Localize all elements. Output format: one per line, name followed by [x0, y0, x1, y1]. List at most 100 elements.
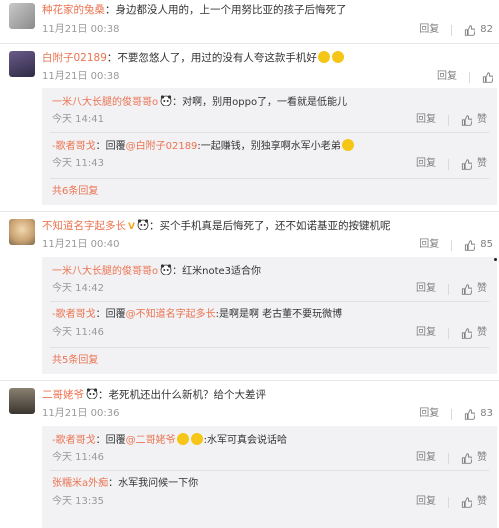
- thumb-up-icon[interactable]: [461, 327, 472, 339]
- like-button[interactable]: 赞: [477, 451, 487, 465]
- avatar[interactable]: [9, 51, 35, 77]
- divider: [448, 158, 449, 170]
- reply-button[interactable]: 回复: [416, 451, 436, 465]
- sub-comment-panel: -歌者哥戈：回覆@二哥姥爷:水军可真会说话哈 今天 11:46 回复 赞 张糯米…: [42, 426, 497, 528]
- reply-button[interactable]: 回复: [437, 70, 457, 84]
- comment-actions: 回复 85: [419, 238, 493, 252]
- comment-text: 买个手机真是后悔死了，还不如诺基亚的按键机呢: [159, 220, 391, 232]
- mention-link[interactable]: @二哥姥爷: [126, 435, 176, 446]
- thumb-up-icon[interactable]: [461, 283, 472, 295]
- sub-date: 今天 14:42: [52, 283, 104, 294]
- username-link[interactable]: 不知道名字起多长: [42, 220, 126, 232]
- reply-button[interactable]: 回复: [416, 282, 436, 296]
- sub-comment-text: -歌者哥戈：回覆@二哥姥爷 :水军可真会说话哈: [52, 433, 287, 448]
- more-replies-link[interactable]: 共6条回复: [52, 185, 98, 199]
- like-button[interactable]: 赞: [477, 495, 487, 509]
- sub-comment-text: 张糯米a外痴：水军我问候一下你: [52, 477, 198, 491]
- sub-text: ：对啊，别用oppo了，一看就是低能儿: [172, 97, 348, 108]
- divider: [448, 114, 449, 126]
- avatar[interactable]: [9, 219, 35, 245]
- vip-icon: V: [128, 222, 135, 232]
- comment-date: 11月21日 00:38: [42, 24, 120, 35]
- sub-actions: 回复 赞: [416, 282, 487, 296]
- comment-date: 11月21日 00:38: [42, 71, 120, 82]
- sub-comment-text: -歌者哥戈：回覆@不知道名字起多长:是啊是啊 老古董不要玩微博: [52, 308, 342, 322]
- thumb-up-icon[interactable]: [464, 24, 476, 36]
- reply-button[interactable]: 回复: [416, 326, 436, 340]
- more-replies-link[interactable]: 共5条回复: [52, 354, 98, 368]
- comment-date: 11月21日 00:36: [42, 408, 120, 419]
- colon: ：: [106, 52, 118, 64]
- username-link[interactable]: -歌者哥戈: [52, 141, 96, 152]
- separator: [0, 211, 499, 212]
- emoji-icon: [331, 51, 344, 63]
- username-link[interactable]: -歌者哥戈: [52, 309, 96, 320]
- reply-button[interactable]: 回复: [416, 113, 436, 127]
- reply-button[interactable]: 回复: [416, 495, 436, 509]
- comment-actions: 回复 83: [419, 407, 493, 421]
- sub-actions: 回复 赞: [416, 157, 487, 171]
- sub-date: 今天 11:43: [52, 158, 104, 169]
- comment-text: 身边都没人用的，上一个用努比亚的孩子后悔死了: [115, 4, 347, 16]
- comment-header: 二哥姥爷 ：老死机还出什么新机？给个大差评: [42, 388, 266, 403]
- username-link[interactable]: 张糯米a外痴: [52, 478, 108, 489]
- sub-comment-text: -歌者哥戈：回覆@白附子02189:一起赚钱，别独享啊水军小老弟: [52, 139, 355, 154]
- sub-text: :水军可真会说话哈: [203, 435, 287, 446]
- thumb-up-icon[interactable]: [461, 452, 472, 464]
- emoji-icon: [341, 139, 354, 151]
- divider: [448, 283, 449, 295]
- divider: [50, 301, 489, 302]
- like-button[interactable]: 赞: [477, 157, 487, 171]
- like-count: 82: [480, 24, 493, 35]
- colon: ：: [98, 389, 109, 401]
- emoji-icon: [190, 433, 203, 445]
- like-button[interactable]: 赞: [477, 326, 487, 340]
- username-link[interactable]: 二哥姥爷: [42, 389, 84, 401]
- thumb-up-icon[interactable]: [461, 496, 472, 508]
- like-button[interactable]: 赞: [477, 113, 487, 127]
- sub-text: ：红米note3适合你: [172, 266, 262, 277]
- divider: [50, 347, 489, 348]
- panda-icon: [160, 264, 172, 275]
- avatar[interactable]: [9, 3, 35, 29]
- divider: [448, 452, 449, 464]
- thumb-up-icon[interactable]: [461, 158, 472, 170]
- reply-button[interactable]: 回复: [419, 407, 439, 421]
- comment-header: 种花家的兔桑：身边都没人用的，上一个用努比亚的孩子后悔死了: [42, 3, 347, 18]
- sub-comment-panel: 一米八大长腿的俊哥哥o ：对啊，别用oppo了，一看就是低能儿 今天 14:41 …: [42, 88, 497, 205]
- avatar[interactable]: [9, 388, 35, 414]
- divider: [451, 408, 453, 420]
- reply-button[interactable]: 回复: [419, 23, 439, 37]
- username-link[interactable]: 白附子02189: [42, 52, 107, 64]
- mention-link[interactable]: @不知道名字起多长: [126, 309, 216, 320]
- emoji-icon: [317, 51, 330, 63]
- reply-button[interactable]: 回复: [419, 238, 439, 252]
- thumb-up-icon[interactable]: [461, 114, 472, 126]
- like-button[interactable]: 赞: [477, 282, 487, 296]
- sub-text: ：水军我问候一下你: [108, 478, 199, 489]
- comment-actions: 回复: [437, 70, 493, 84]
- panda-icon: [160, 95, 172, 106]
- colon: ：: [105, 4, 116, 16]
- reply-prefix: ：回覆: [95, 309, 126, 320]
- thumb-up-icon[interactable]: [464, 239, 476, 251]
- username-link[interactable]: 一米八大长腿的俊哥哥o: [52, 97, 158, 108]
- separator: [0, 43, 499, 44]
- username-link[interactable]: 一米八大长腿的俊哥哥o: [52, 266, 158, 277]
- like-count: 83: [480, 408, 493, 419]
- thumb-up-icon[interactable]: [482, 71, 493, 83]
- thumb-up-icon[interactable]: [464, 408, 476, 420]
- sub-actions: 回复 赞: [416, 451, 487, 465]
- sub-date: 今天 14:41: [52, 114, 104, 125]
- reply-prefix: ：回覆: [95, 141, 126, 152]
- mention-link[interactable]: @白附子02189: [126, 141, 198, 152]
- sub-date: 今天 11:46: [52, 327, 104, 338]
- colon: ：: [148, 220, 160, 232]
- reply-button[interactable]: 回复: [416, 157, 436, 171]
- sub-comment-text: 一米八大长腿的俊哥哥o ：对啊，别用oppo了，一看就是低能儿: [52, 95, 347, 110]
- username-link[interactable]: 种花家的兔桑: [42, 4, 105, 16]
- reply-prefix: ：回覆: [95, 435, 126, 446]
- divider: [448, 327, 449, 339]
- comment-header: 不知道名字起多长 V ：买个手机真是后悔死了，还不如诺基亚的按键机呢: [42, 219, 390, 235]
- username-link[interactable]: -歌者哥戈: [52, 435, 96, 446]
